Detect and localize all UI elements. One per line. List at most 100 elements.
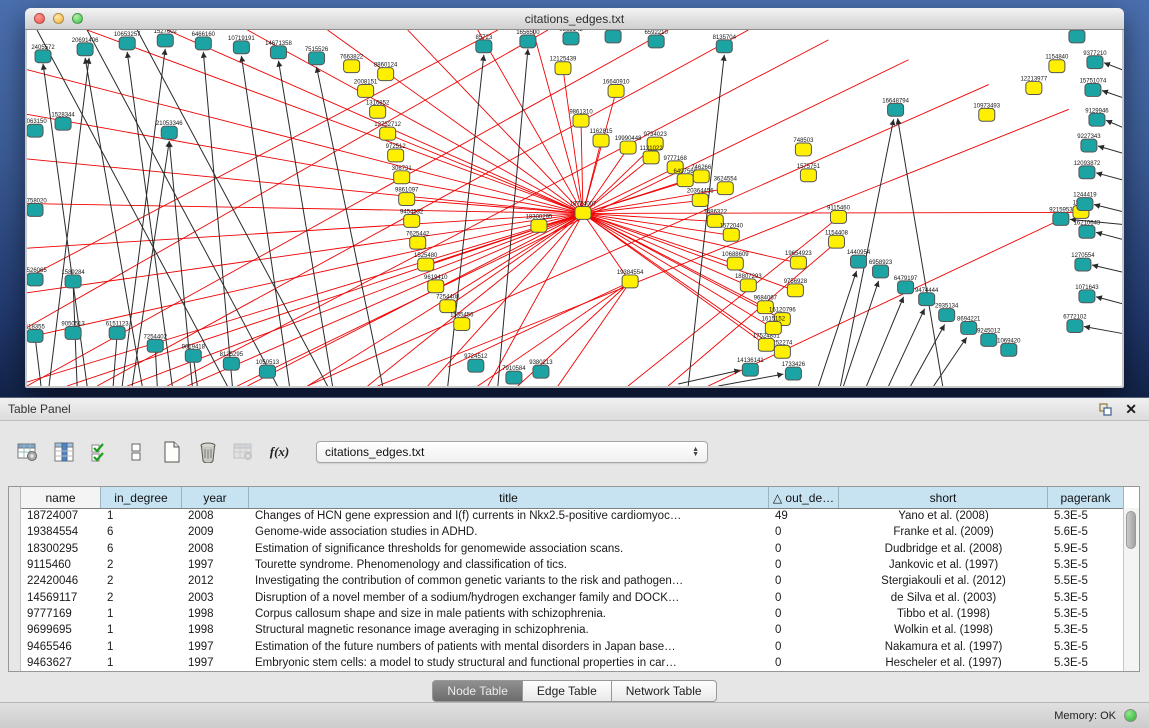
graph-node[interactable]: 9215953 (1049, 207, 1073, 225)
table-row[interactable]: 911546021997Tourette syndrome. Phenomeno… (9, 557, 1124, 573)
graph-edge-red[interactable] (583, 213, 773, 328)
graph-node[interactable]: 118355 (27, 325, 45, 343)
column-header[interactable]: title (249, 487, 769, 508)
graph-node[interactable]: 252274 (772, 340, 793, 358)
graph-node[interactable]: 9454532 (400, 209, 424, 227)
close-window-button[interactable] (34, 13, 45, 24)
graph-edge-black[interactable] (113, 333, 117, 386)
graph-node[interactable]: 1071643 (1075, 285, 1099, 303)
graph-node[interactable]: 10653257 (114, 32, 141, 50)
graph-node[interactable]: 9619418 (182, 344, 206, 362)
graph-edge-black[interactable] (1092, 265, 1122, 272)
graph-node[interactable]: 10973493 (973, 103, 1000, 121)
graph-edge-black[interactable] (241, 56, 289, 386)
graph-edge-red[interactable] (247, 30, 583, 213)
table-row[interactable]: 1938455462009Genome-wide association stu… (9, 524, 1124, 540)
graph-node[interactable]: 85723 (475, 35, 492, 53)
scrollbar-thumb[interactable] (1126, 511, 1136, 549)
graph-edge-red[interactable] (628, 217, 838, 386)
graph-node[interactable]: 1050513 (256, 360, 280, 378)
graph-node[interactable]: 7663822 (340, 55, 364, 73)
graph-node[interactable]: 20691406 (72, 38, 99, 56)
graph-node[interactable]: 9562142 (559, 30, 583, 45)
table-row[interactable]: 946362711997Embryonic stem cells: a mode… (9, 655, 1124, 671)
table-row[interactable]: 1872400712008Changes of HCN gene express… (9, 508, 1124, 524)
column-header[interactable]: name (21, 487, 101, 508)
graph-node[interactable]: 9050513 (61, 322, 85, 340)
tab-edge-table[interactable]: Edge Table (523, 680, 612, 702)
graph-node[interactable]: 12093872 (1074, 161, 1101, 179)
graph-node[interactable]: 14136141 (737, 358, 764, 376)
graph-edge-black[interactable] (678, 370, 740, 384)
graph-node[interactable]: 8125295 (220, 352, 244, 370)
graph-edge-red[interactable] (563, 69, 583, 214)
graph-node[interactable]: 9861310 (569, 109, 593, 127)
graph-edge-black[interactable] (867, 297, 904, 386)
graph-node[interactable]: 8135704 (713, 35, 737, 53)
vertical-scrollbar[interactable] (1123, 508, 1139, 671)
table-row[interactable]: 977716911998Corpus callosum shape and si… (9, 606, 1124, 622)
select-all-button[interactable] (86, 439, 113, 466)
graph-edge-red[interactable] (583, 213, 795, 290)
graph-node[interactable]: 9377210 (1083, 51, 1107, 69)
graph-edge-black[interactable] (1096, 297, 1122, 304)
graph-node[interactable]: 9724512 (464, 354, 488, 372)
graph-node[interactable]: 2063150 (27, 119, 47, 137)
graph-node[interactable]: 7625442 (406, 231, 430, 249)
graph-node[interactable]: 16210643 (1074, 220, 1101, 238)
graph-node[interactable]: 9756928 (784, 279, 808, 297)
tab-node-table[interactable]: Node Table (432, 680, 523, 702)
graph-edge-black[interactable] (1098, 146, 1122, 153)
graph-node[interactable]: 9380213 (529, 360, 553, 378)
unselect-all-button[interactable] (122, 439, 149, 466)
graph-node[interactable]: 9619410 (424, 275, 448, 293)
graph-node[interactable]: 6958923 (869, 260, 893, 278)
graph-node[interactable]: 14671358 (265, 41, 292, 59)
graph-node[interactable]: 10719191 (228, 36, 255, 54)
graph-node[interactable]: 1575751 (797, 164, 821, 182)
graph-edge-black[interactable] (818, 271, 856, 386)
function-builder-button[interactable]: f(x) (266, 439, 293, 466)
column-header[interactable]: pagerank (1048, 487, 1124, 508)
graph-node[interactable]: 18807293 (735, 274, 762, 292)
graph-edge-black[interactable] (1096, 232, 1122, 239)
graph-edge-black[interactable] (1102, 90, 1122, 97)
graph-edge-red[interactable] (583, 213, 782, 319)
column-header[interactable]: short (839, 487, 1048, 508)
graph-node[interactable]: 9115460 (827, 206, 851, 224)
memory-status-indicator[interactable] (1124, 709, 1137, 722)
graph-node[interactable]: 746266 (691, 165, 712, 183)
tab-network-table[interactable]: Network Table (612, 680, 717, 702)
table-selector-dropdown[interactable]: citations_edges.txt ▲▼ (316, 441, 708, 463)
graph-node[interactable]: 9129946 (1085, 108, 1109, 126)
graph-edge-red[interactable] (583, 213, 798, 263)
network-canvas[interactable]: 2405572206914061065325715276026466160107… (27, 30, 1122, 386)
show-columns-button[interactable] (50, 439, 77, 466)
graph-edge-red[interactable] (558, 282, 630, 386)
graph-node[interactable]: 20364456 (687, 189, 714, 207)
graph-node[interactable]: 12213977 (1020, 77, 1047, 95)
graph-node[interactable]: 1733426 (782, 362, 806, 380)
graph-node[interactable]: 1572040 (720, 223, 744, 241)
graph-node[interactable]: 1154840 (1045, 55, 1069, 73)
graph-edge-red[interactable] (187, 213, 583, 386)
graph-node[interactable]: 1154408 (825, 230, 849, 248)
graph-node[interactable]: 19384554 (617, 270, 644, 288)
table-row[interactable]: 969969511998Structural magnetic resonanc… (9, 622, 1124, 638)
graph-node[interactable]: 7515526 (305, 47, 329, 65)
network-window[interactable]: citations_edges.txt 24055722069140610653… (25, 8, 1124, 388)
table-row[interactable]: 2242004622012Investigating the contribut… (9, 573, 1124, 589)
graph-node[interactable]: 748503 (793, 138, 814, 156)
graph-node[interactable]: 1069420 (997, 338, 1021, 356)
graph-node[interactable]: 9227343 (1077, 134, 1101, 152)
column-header[interactable]: △ out_de… (769, 487, 839, 508)
graph-node[interactable]: 1244419 (1073, 193, 1097, 211)
window-titlebar[interactable]: citations_edges.txt (25, 8, 1124, 30)
graph-node[interactable]: 1528344 (51, 112, 75, 130)
graph-node[interactable]: 1535456 (450, 313, 474, 331)
graph-edge-black[interactable] (1106, 120, 1122, 127)
graph-node[interactable]: 2935134 (935, 304, 959, 322)
graph-node[interactable]: 6592210 (644, 30, 668, 48)
graph-node[interactable]: 12125439 (550, 57, 577, 75)
graph-node[interactable]: 3624554 (714, 177, 738, 195)
